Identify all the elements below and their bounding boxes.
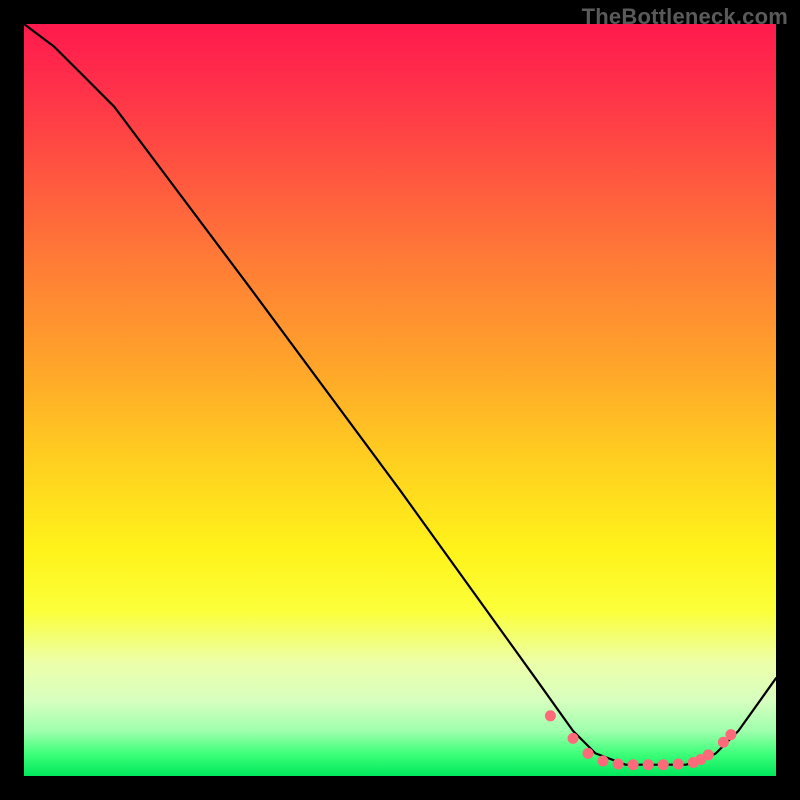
valley-dot	[613, 759, 624, 770]
valley-dot	[628, 759, 639, 770]
chart-frame: TheBottleneck.com	[0, 0, 800, 800]
bottleneck-curve	[24, 24, 776, 765]
curve-layer	[24, 24, 776, 776]
valley-dot	[725, 729, 736, 740]
valley-dot	[545, 710, 556, 721]
plot-outer	[24, 24, 776, 776]
plot-area	[24, 24, 776, 776]
valley-dot	[568, 733, 579, 744]
valley-markers	[545, 710, 737, 770]
valley-dot	[658, 759, 669, 770]
valley-dot	[643, 759, 654, 770]
valley-dot	[673, 759, 684, 770]
valley-dot	[703, 749, 714, 760]
valley-dot	[583, 748, 594, 759]
valley-dot	[598, 756, 609, 767]
watermark-text: TheBottleneck.com	[582, 4, 788, 30]
